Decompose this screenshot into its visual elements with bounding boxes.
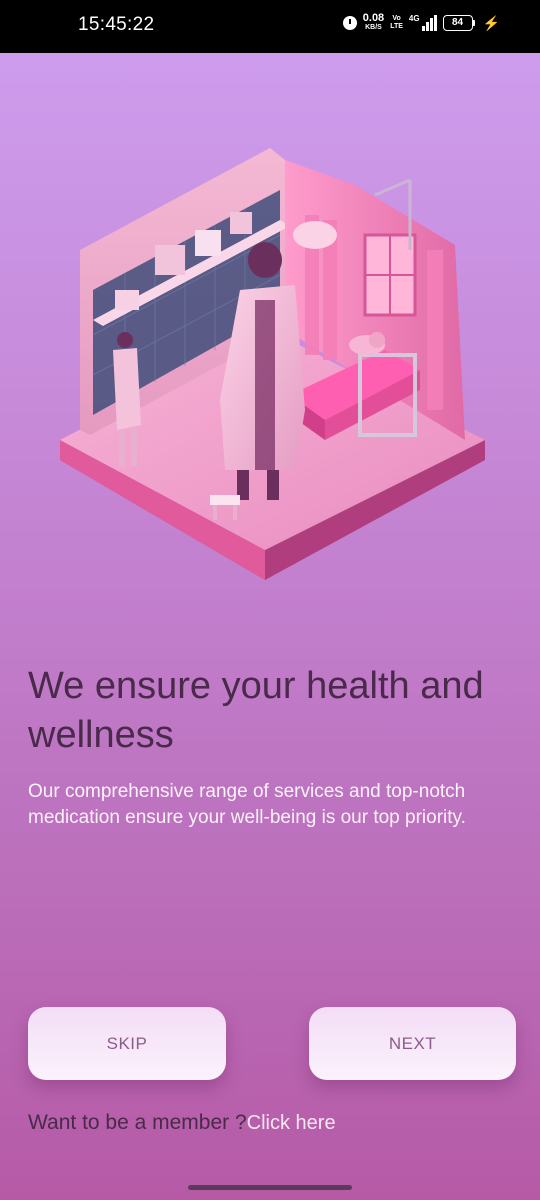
home-indicator[interactable] [188,1185,352,1190]
battery-level: 84 [442,15,473,31]
volte-indicator: Vo LTE [390,15,403,31]
signal-icon [421,15,437,31]
network-speed-unit: KB/S [365,24,382,31]
status-time: 15:45:22 [78,14,155,35]
onboarding-screen: 15:45:22 0.08 KB/S Vo LTE 4G 84 ⚡ We ens… [0,0,540,1200]
nurse-body [113,348,141,430]
network-speed: 0.08 KB/S [362,12,385,32]
network-speed-value: 0.08 [362,12,385,24]
status-bar: 15:45:22 0.08 KB/S Vo LTE 4G 84 ⚡ [0,0,540,53]
battery-icon: 84 [442,15,475,31]
next-button[interactable]: NEXT [309,1007,516,1080]
hospital-room-illustration [60,148,485,580]
onboarding-description: Our comprehensive range of services and … [28,781,466,828]
member-signup-link[interactable]: Click here [247,1112,336,1134]
ceiling-lamp [293,221,337,249]
alarm-icon [342,16,357,30]
nurse-head [117,332,133,348]
network-type: 4G [408,14,420,23]
volte-bottom: LTE [390,23,403,30]
doctor-head [248,242,282,278]
status-icons: 0.08 KB/S Vo LTE 4G 84 ⚡ [342,12,500,32]
skip-button[interactable]: SKIP [28,1007,226,1080]
onboarding-headline: We ensure your health and wellness [28,665,484,756]
member-prompt: Want to be a member ? [28,1111,247,1134]
charging-bolt-icon: ⚡ [482,14,500,31]
volte-top: Vo [392,15,401,22]
member-prompt-row: Want to be a member ?Click here [28,1111,336,1135]
